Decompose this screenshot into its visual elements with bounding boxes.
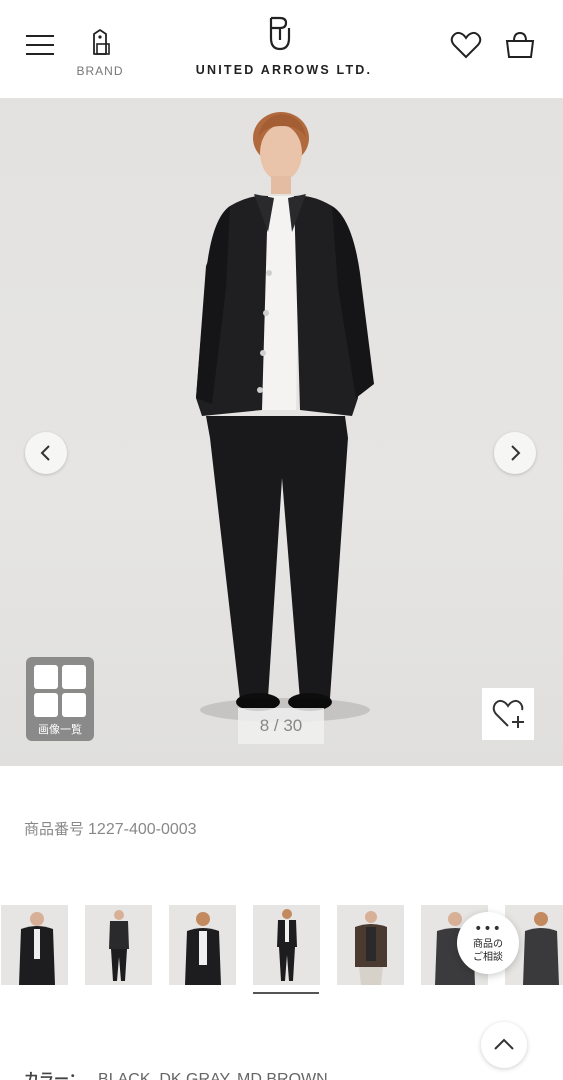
chevron-right-icon (511, 445, 521, 461)
thumbnail[interactable] (169, 905, 236, 985)
product-consult-button[interactable]: ••• 商品の ご相談 (457, 912, 519, 974)
brand-label: BRAND (76, 64, 124, 78)
product-consult-label: 商品の ご相談 (473, 939, 503, 963)
thumbnail[interactable] (253, 905, 320, 985)
more-dots-icon: ••• (474, 921, 502, 937)
color-value: BLACK, DK.GRAY, MD.BROWN (98, 1071, 328, 1080)
color-row: カラー： BLACK, DK.GRAY, MD.BROWN (24, 1068, 328, 1080)
prev-image-button[interactable] (25, 432, 67, 474)
color-label: カラー： (24, 1070, 85, 1080)
thumbnail[interactable] (85, 905, 152, 985)
chevron-left-icon (40, 445, 50, 461)
heart-icon[interactable] (450, 31, 482, 59)
image-counter: 8 / 30 (238, 708, 324, 744)
product-number-value: 1227-400-0003 (88, 821, 197, 838)
image-list-label: 画像一覧 (38, 723, 82, 736)
site-header: BRAND UNITED ARROWS LTD. (0, 0, 563, 98)
menu-icon[interactable] (26, 33, 54, 57)
shopping-tag-icon (93, 29, 110, 55)
thumbnail-selected-indicator (253, 992, 319, 994)
brand-button[interactable]: BRAND (70, 28, 130, 84)
product-number-label: 商品番号 (24, 820, 85, 838)
thumbnail[interactable] (337, 905, 404, 985)
next-image-button[interactable] (494, 432, 536, 474)
thumbnail[interactable] (1, 905, 68, 985)
product-number: 商品番号 1227-400-0003 (24, 818, 197, 839)
heart-plus-icon (492, 699, 524, 728)
logo-text[interactable]: UNITED ARROWS LTD. (170, 63, 398, 77)
image-list-button[interactable]: 画像一覧 (26, 657, 94, 741)
product-main-image[interactable]: 画像一覧 8 / 30 (0, 98, 563, 766)
shopping-bag-icon[interactable] (505, 31, 535, 59)
logo-mark-icon[interactable] (268, 16, 292, 52)
scroll-top-button[interactable] (481, 1022, 527, 1068)
add-favorite-button[interactable] (482, 688, 534, 740)
chevron-up-icon (494, 1038, 514, 1050)
